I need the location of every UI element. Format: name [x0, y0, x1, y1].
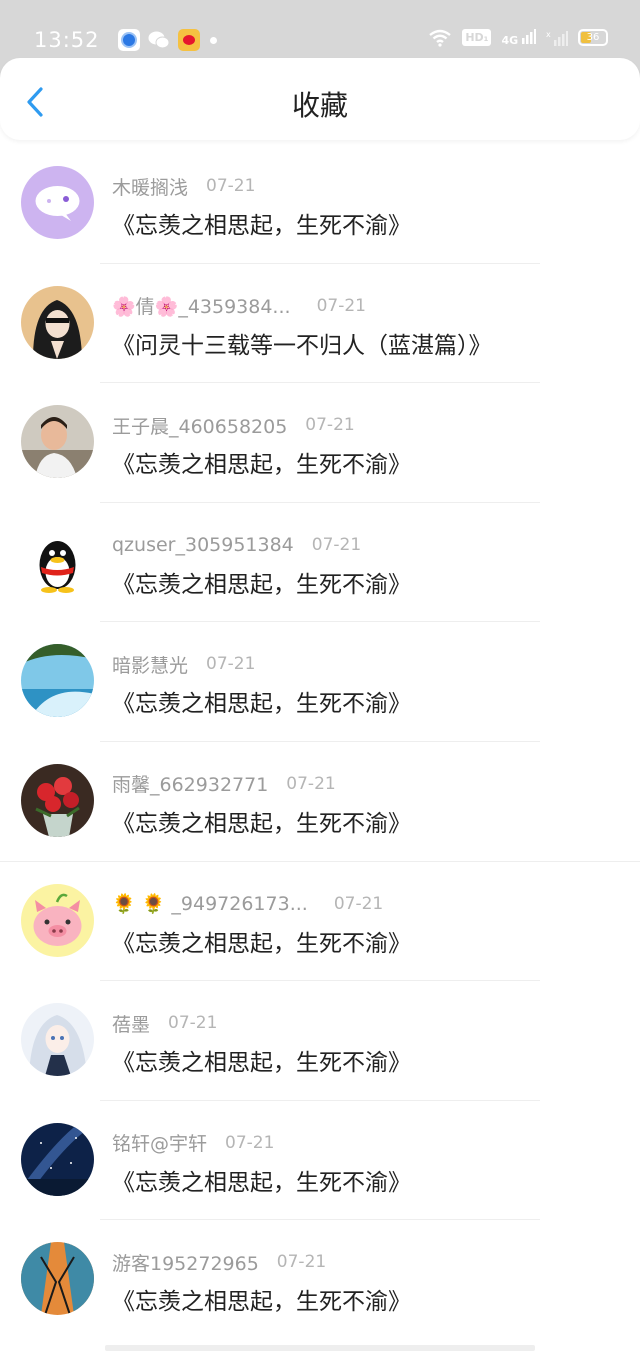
- item-author: 王子晨_460658205: [112, 415, 288, 438]
- divider: [100, 1099, 540, 1101]
- divider: [100, 501, 540, 503]
- divider: [100, 621, 540, 623]
- avatar[interactable]: [21, 1242, 94, 1316]
- item-date: 07-21: [333, 893, 384, 914]
- battery-icon: 36: [578, 29, 608, 46]
- item-date: 07-21: [168, 1013, 218, 1034]
- list-item[interactable]: 游客195272965 07-21 《忘羡之相思起，生死不渝》: [0, 1219, 640, 1339]
- hd-voice-icon: HD₁: [462, 29, 492, 46]
- status-indicators: HD₁ 4G x 36: [428, 28, 608, 47]
- item-title[interactable]: 《忘羡之相思起，生死不渝》: [112, 1043, 411, 1077]
- item-author: 🌸倩🌸_4359384...: [112, 296, 291, 319]
- item-date: 07-21: [311, 534, 362, 555]
- avatar[interactable]: [21, 1122, 94, 1196]
- item-title[interactable]: 《忘羡之相思起，生死不渝》: [112, 804, 411, 838]
- item-title[interactable]: 《忘羡之相思起，生死不渝》: [112, 924, 411, 958]
- notification-dot-icon: [209, 37, 217, 44]
- list-item[interactable]: 🌻 🌻 _949726173... 07-21 《忘羡之相思起，生死不渝》: [0, 860, 640, 981]
- avatar[interactable]: [21, 166, 94, 239]
- avatar[interactable]: [21, 644, 94, 718]
- list-item[interactable]: 铭轩@宇轩 07-21 《忘羡之相思起，生死不渝》: [0, 1099, 640, 1220]
- item-title[interactable]: 《忘羡之相思起，生死不渝》: [112, 445, 411, 479]
- wifi-icon: [429, 29, 452, 47]
- divider: [100, 262, 540, 264]
- list-item[interactable]: 暗影慧光 07-21 《忘羡之相思起，生死不渝》: [0, 621, 640, 741]
- list-item[interactable]: 雨馨_662932771 07-21 《忘羡之相思起，生死不渝》: [0, 740, 640, 861]
- favorites-list: 木暖搁浅 07-21 《忘羡之相思起，生死不渝》 🌸倩🌸_4359384... …: [0, 143, 640, 1339]
- page-title: 收藏: [291, 89, 348, 122]
- item-title[interactable]: 《忘羡之相思起，生死不渝》: [112, 1282, 411, 1316]
- weibo-icon: [177, 29, 200, 51]
- item-date: 07-21: [286, 773, 336, 794]
- item-title[interactable]: 《忘羡之相思起，生死不渝》: [112, 206, 411, 240]
- avatar[interactable]: [21, 285, 94, 359]
- item-date: 07-21: [225, 1132, 275, 1153]
- divider: [0, 860, 640, 862]
- list-item[interactable]: qzuser_305951384 07-21 《忘羡之相思起，生死不渝》: [0, 501, 640, 622]
- browser-app-icon: [117, 29, 140, 51]
- item-author: 雨馨_662932771: [112, 774, 269, 797]
- signal-4g-icon: 4G: [501, 28, 536, 47]
- divider: [100, 1219, 540, 1221]
- wechat-icon: [148, 29, 170, 51]
- item-title[interactable]: 《忘羡之相思起，生死不渝》: [112, 565, 411, 599]
- item-date: 07-21: [276, 1252, 327, 1273]
- item-author: 游客195272965: [112, 1252, 259, 1275]
- header-bar: 收藏: [0, 58, 640, 140]
- item-author: 暗影慧光: [112, 654, 189, 677]
- list-item[interactable]: 木暖搁浅 07-21 《忘羡之相思起，生死不渝》: [0, 143, 640, 263]
- divider: [100, 980, 540, 982]
- divider: [100, 382, 540, 384]
- list-item[interactable]: 蓓墨 07-21 《忘羡之相思起，生死不渝》: [0, 980, 640, 1100]
- status-time: 13:52: [34, 28, 100, 52]
- item-author: 蓓墨: [112, 1013, 151, 1036]
- avatar[interactable]: [21, 405, 94, 479]
- svg-text:x: x: [546, 30, 551, 39]
- list-item[interactable]: 王子晨_460658205 07-21 《忘羡之相思起，生死不渝》: [0, 382, 640, 502]
- item-title[interactable]: 《问灵十三载等一不归人（蓝湛篇）》: [112, 326, 492, 360]
- avatar[interactable]: [21, 763, 94, 837]
- item-date: 07-21: [305, 415, 355, 436]
- signal-no-service-icon: x: [546, 30, 568, 46]
- item-date: 07-21: [316, 295, 366, 316]
- item-date: 07-21: [206, 654, 256, 675]
- item-author: qzuser_305951384: [112, 533, 294, 556]
- item-title[interactable]: 《忘羡之相思起，生死不渝》: [112, 1163, 411, 1197]
- item-date: 07-21: [206, 176, 256, 196]
- avatar[interactable]: [21, 524, 94, 598]
- item-title[interactable]: 《忘羡之相思起，生死不渝》: [112, 684, 411, 718]
- item-author: 铭轩@宇轩: [112, 1133, 208, 1156]
- divider: [100, 740, 540, 742]
- next-item-edge: [105, 1345, 535, 1351]
- item-author: 🌻 🌻 _949726173...: [112, 893, 308, 916]
- list-item[interactable]: 🌸倩🌸_4359384... 07-21 《问灵十三载等一不归人（蓝湛篇）》: [0, 262, 640, 383]
- avatar[interactable]: [21, 1003, 94, 1077]
- item-author: 木暖搁浅: [112, 176, 189, 199]
- avatar[interactable]: [21, 883, 94, 957]
